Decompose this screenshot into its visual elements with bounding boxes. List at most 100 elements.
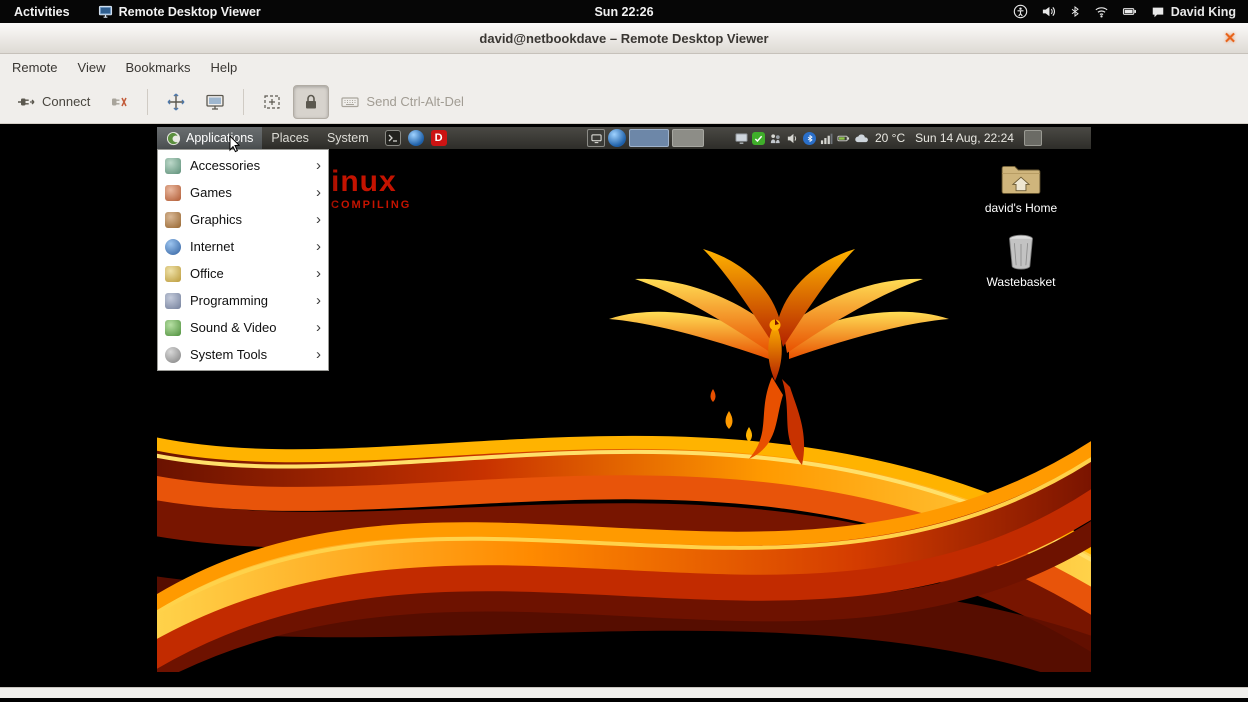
system-menu-label: System: [327, 131, 369, 145]
menu-remote[interactable]: Remote: [2, 56, 68, 79]
window-button-display[interactable]: [587, 129, 605, 147]
places-menu-label: Places: [271, 131, 309, 145]
menu-help[interactable]: Help: [201, 56, 248, 79]
scale-display-toggle[interactable]: [254, 85, 290, 119]
desktop-icon-label: Wastebasket: [987, 275, 1056, 289]
pan-view-button[interactable]: [158, 85, 194, 119]
mouse-cursor: [229, 135, 241, 158]
window-menubar: Remote View Bookmarks Help: [0, 54, 1248, 80]
signal-tray-icon[interactable]: [820, 132, 833, 145]
browser-launcher-icon[interactable]: [408, 130, 424, 146]
remote-viewer-area[interactable]: inux COMPILING Applications Places Syste…: [0, 124, 1248, 687]
send-ctrl-alt-del-button[interactable]: Send Ctrl-Alt-Del: [332, 85, 472, 119]
desktop-icon-home[interactable]: david's Home: [973, 161, 1069, 215]
bottom-strip: [0, 698, 1248, 702]
volume-icon[interactable]: [1041, 4, 1056, 19]
distro-logo-icon: [166, 131, 181, 146]
menu-item-internet[interactable]: Internet ›: [158, 233, 328, 260]
updates-tray-icon[interactable]: [752, 132, 765, 145]
volume-tray-icon[interactable]: [786, 132, 799, 145]
panel-clock[interactable]: Sun 14 Aug, 22:24: [915, 131, 1014, 145]
menu-item-programming[interactable]: Programming ›: [158, 287, 328, 314]
battery-tray-icon[interactable]: [837, 132, 850, 145]
window-list: [587, 129, 704, 147]
bluetooth-icon[interactable]: [1069, 4, 1081, 19]
submenu-arrow-icon: ›: [316, 347, 321, 362]
window-button-browser[interactable]: [608, 129, 626, 147]
system-menu-button[interactable]: System: [318, 127, 378, 149]
activities-button[interactable]: Activities: [0, 0, 84, 23]
menu-item-graphics[interactable]: Graphics ›: [158, 206, 328, 233]
places-menu-button[interactable]: Places: [262, 127, 318, 149]
office-icon: [165, 266, 181, 282]
screenshot-icon: [205, 92, 225, 112]
toolbar-separator-2: [243, 89, 244, 115]
wifi-icon[interactable]: [1094, 4, 1109, 19]
remote-screen[interactable]: inux COMPILING Applications Places Syste…: [157, 127, 1091, 672]
menu-item-office[interactable]: Office ›: [158, 260, 328, 287]
submenu-arrow-icon: ›: [316, 266, 321, 281]
accessibility-icon[interactable]: [1013, 4, 1028, 19]
d-launcher-icon[interactable]: D: [431, 130, 447, 146]
submenu-arrow-icon: ›: [316, 320, 321, 335]
menu-item-system-tools[interactable]: System Tools ›: [158, 341, 328, 368]
accessories-icon: [165, 158, 181, 174]
window-titlebar[interactable]: david@netbookdave – Remote Desktop Viewe…: [0, 23, 1248, 54]
shell-clock[interactable]: Sun 22:26: [594, 5, 653, 19]
window-statusbar: [0, 687, 1248, 698]
submenu-arrow-icon: ›: [316, 212, 321, 227]
menu-view[interactable]: View: [68, 56, 116, 79]
shell-status-area: David King: [1013, 4, 1248, 19]
window-button-inactive[interactable]: [672, 129, 704, 147]
activities-label: Activities: [14, 5, 70, 19]
window-button-active[interactable]: [629, 129, 669, 147]
desktop-icon-label: david's Home: [985, 201, 1057, 215]
chat-icon: [1151, 5, 1165, 19]
user-menu[interactable]: David King: [1151, 5, 1236, 19]
pan-view-icon: [166, 92, 186, 112]
shell-top-bar: Activities Remote Desktop Viewer Sun 22:…: [0, 0, 1248, 23]
lock-icon: [301, 92, 321, 112]
applications-dropdown-menu: Accessories › Games › Graphics › Interne…: [157, 149, 329, 371]
wallpaper-tagline-text: COMPILING: [331, 199, 411, 211]
display-tray-icon[interactable]: [735, 132, 748, 145]
send-ctrl-alt-del-label: Send Ctrl-Alt-Del: [366, 94, 464, 109]
connect-label: Connect: [42, 94, 90, 109]
desktop-icon-wastebasket[interactable]: Wastebasket: [973, 233, 1069, 289]
menu-bookmarks[interactable]: Bookmarks: [115, 56, 200, 79]
weather-cloud-icon[interactable]: [854, 133, 869, 144]
applications-menu-button[interactable]: Applications: [157, 127, 262, 149]
battery-icon[interactable]: [1122, 4, 1138, 19]
disconnect-button[interactable]: [101, 85, 137, 119]
submenu-arrow-icon: ›: [316, 293, 321, 308]
games-icon: [165, 185, 181, 201]
focused-app-label: Remote Desktop Viewer: [119, 5, 261, 19]
screenshot-button[interactable]: [197, 85, 233, 119]
connect-button[interactable]: Connect: [8, 85, 98, 119]
menu-item-sound-video[interactable]: Sound & Video ›: [158, 314, 328, 341]
system-monitor-icon[interactable]: [1024, 130, 1042, 146]
submenu-arrow-icon: ›: [316, 185, 321, 200]
system-tray: 20 °C Sun 14 Aug, 22:24: [735, 127, 1042, 149]
disconnect-plug-icon: [109, 92, 129, 112]
system-tools-icon: [165, 347, 181, 363]
lock-scaling-toggle[interactable]: [293, 85, 329, 119]
temperature-label[interactable]: 20 °C: [875, 131, 905, 145]
bluetooth-tray-icon[interactable]: [803, 132, 816, 145]
keyboard-icon: [340, 92, 360, 112]
menu-item-accessories[interactable]: Accessories ›: [158, 152, 328, 179]
network-tray-icon[interactable]: [769, 132, 782, 145]
close-button[interactable]: ✕: [1220, 28, 1240, 48]
connect-plug-icon: [16, 92, 36, 112]
screen: Activities Remote Desktop Viewer Sun 22:…: [0, 0, 1248, 702]
internet-icon: [165, 239, 181, 255]
submenu-arrow-icon: ›: [316, 158, 321, 173]
applications-menu-label: Applications: [186, 131, 253, 145]
menu-item-games[interactable]: Games ›: [158, 179, 328, 206]
window-toolbar: Connect: [0, 80, 1248, 124]
scale-display-icon: [262, 92, 282, 112]
terminal-launcher-icon[interactable]: [385, 130, 401, 146]
focused-app-indicator[interactable]: Remote Desktop Viewer: [98, 4, 261, 19]
window-title: david@netbookdave – Remote Desktop Viewe…: [479, 31, 768, 46]
wallpaper-logo-text: inux: [331, 165, 397, 199]
